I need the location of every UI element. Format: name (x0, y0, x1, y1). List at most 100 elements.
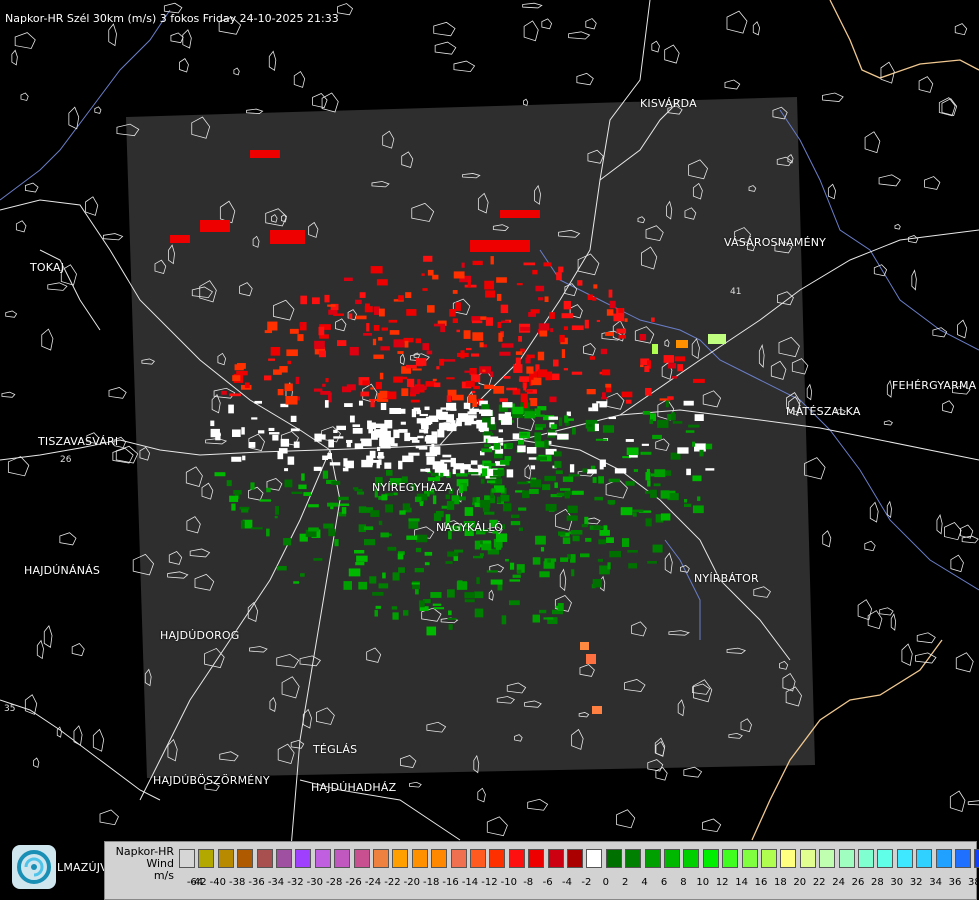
radar-echo (535, 424, 546, 428)
radar-echo (586, 654, 596, 664)
radar-echo (384, 462, 392, 469)
radar-echo (376, 279, 388, 286)
radar-echo (474, 608, 484, 618)
settlement-outline (94, 106, 102, 114)
radar-echo (632, 509, 644, 513)
radar-echo (355, 299, 362, 305)
legend-tick: 14 (735, 877, 748, 888)
settlement-outline (68, 106, 80, 130)
radar-echo (231, 429, 241, 437)
radar-echo (442, 454, 452, 458)
legend-swatch (373, 849, 389, 868)
radar-echo (398, 408, 406, 414)
radar-echo (647, 560, 657, 564)
radar-echo (554, 482, 558, 488)
radar-echo (532, 269, 538, 275)
radar-echo (254, 400, 263, 404)
radar-echo (370, 398, 375, 408)
radar-echo (651, 317, 655, 322)
radar-echo (606, 309, 614, 316)
radar-echo (562, 537, 571, 544)
radar-echo (515, 351, 523, 355)
radar-echo (234, 364, 244, 371)
radar-echo (250, 482, 255, 490)
radar-echo (408, 521, 419, 529)
radar-echo (229, 495, 239, 502)
radar-echo (231, 503, 236, 511)
radar-echo (667, 363, 677, 369)
settlement-outline (890, 613, 897, 631)
radar-echo (490, 256, 494, 265)
radar-echo (385, 504, 394, 513)
legend-swatch (664, 849, 680, 868)
radar-echo (470, 240, 530, 252)
radar-echo (291, 491, 303, 495)
radar-echo (532, 414, 545, 417)
settlement-outline (233, 67, 240, 76)
radar-echo (273, 369, 282, 375)
radar-echo (312, 297, 320, 305)
radar-echo (287, 360, 292, 365)
legend-tick: 36 (948, 877, 962, 888)
radar-echo (598, 539, 606, 545)
settlement-outline (337, 3, 354, 16)
radar-echo (499, 459, 510, 465)
radar-echo (445, 561, 453, 564)
settlement-outline (869, 501, 879, 523)
settlement-outline (85, 196, 99, 216)
legend-swatch (877, 849, 894, 868)
radar-echo (556, 272, 562, 281)
settlement-outline (1, 391, 16, 398)
radar-echo (333, 436, 344, 439)
radar-echo (646, 468, 650, 477)
radar-echo (228, 404, 234, 414)
radar-echo (344, 403, 353, 407)
radar-echo (592, 297, 597, 301)
radar-echo (483, 511, 495, 515)
radar-echo (471, 390, 476, 394)
radar-echo (481, 409, 493, 417)
radar-echo (426, 350, 433, 355)
legend-tick: -40 (209, 877, 226, 888)
radar-echo (406, 378, 415, 388)
radar-echo (298, 484, 307, 490)
radar-echo (471, 320, 483, 324)
radar-echo (484, 444, 491, 448)
radar-echo (595, 438, 608, 441)
radar-echo (410, 386, 420, 395)
legend-tick: -34 (267, 877, 285, 888)
settlement-outline (857, 599, 873, 621)
radar-echo (422, 343, 430, 351)
radar-echo (343, 458, 348, 467)
settlement-outline (36, 639, 44, 660)
radar-echo (468, 394, 477, 403)
radar-echo (532, 614, 541, 623)
radar-echo (352, 424, 361, 428)
radar-echo (633, 469, 639, 472)
radar-echo (490, 579, 503, 585)
radar-echo (650, 473, 657, 477)
radar-echo (415, 358, 427, 366)
radar-echo (608, 289, 613, 298)
legend-swatch (683, 849, 700, 868)
legend-tick: 38 (968, 877, 979, 888)
radar-echo (400, 421, 406, 425)
radar-echo (419, 385, 427, 390)
radar-echo (267, 321, 278, 331)
radar-echo (649, 419, 654, 424)
radar-echo (517, 481, 529, 485)
radar-echo (620, 507, 633, 516)
settlement-outline (949, 790, 966, 812)
settlement-outline (312, 93, 328, 109)
radar-echo (549, 396, 557, 403)
radar-echo (397, 553, 404, 560)
radar-echo (544, 439, 549, 449)
legend-tick: -4 (562, 877, 572, 888)
radar-echo (557, 433, 569, 440)
radar-echo (532, 557, 541, 565)
radar-echo (520, 432, 528, 436)
radar-echo (674, 356, 686, 362)
settlement-outline (936, 514, 943, 535)
legend-swatch (237, 849, 254, 868)
legend-tick: -26 (345, 877, 362, 888)
